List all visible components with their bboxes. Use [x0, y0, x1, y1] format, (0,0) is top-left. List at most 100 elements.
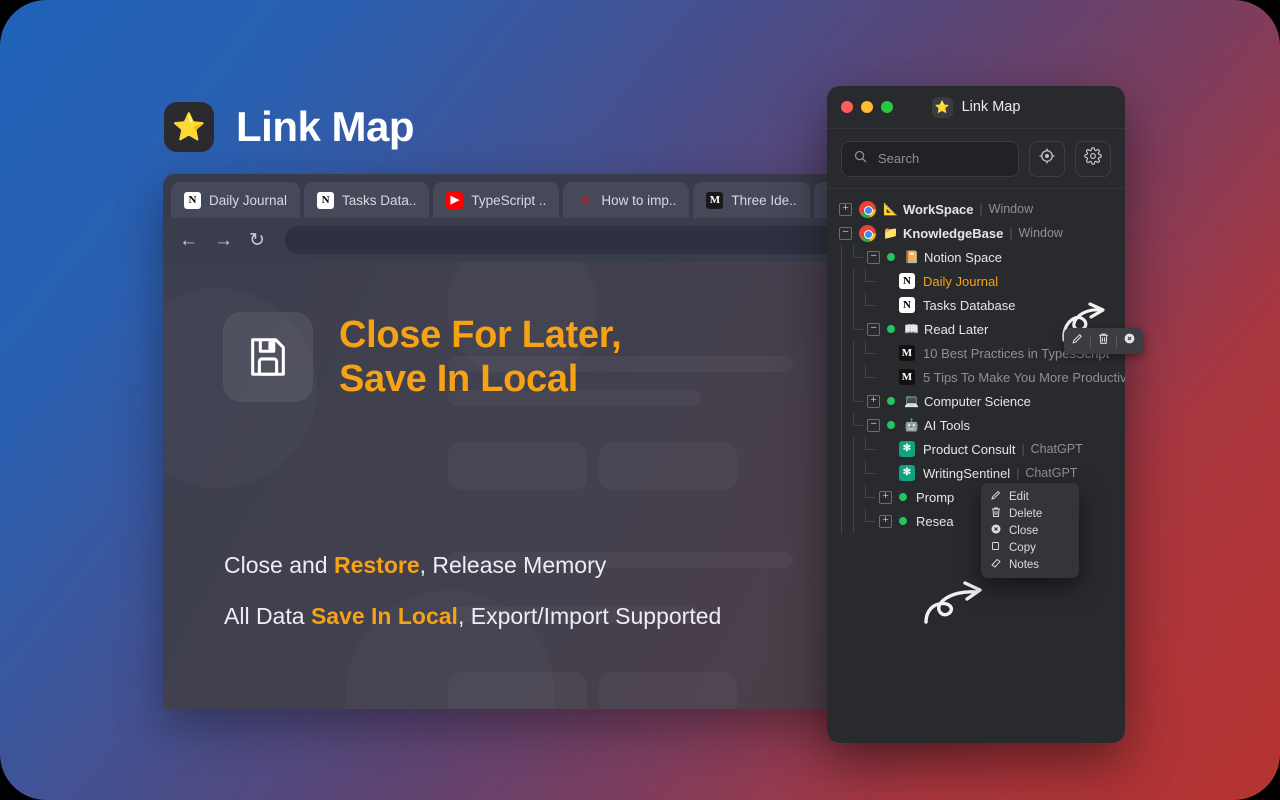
- tree-row-label: WritingSentinel: [923, 465, 1011, 481]
- tree-row[interactable]: + Resea: [827, 509, 1125, 533]
- sub1-highlight: Restore: [333, 552, 420, 578]
- search-input[interactable]: Search: [841, 140, 1019, 177]
- settings-button[interactable]: [1075, 140, 1111, 177]
- sub1-pre: Close and: [224, 552, 334, 578]
- tree-row[interactable]: + 💻 Computer Science: [827, 389, 1125, 413]
- context-menu-item-label: Copy: [1009, 541, 1036, 554]
- forward-icon[interactable]: →: [214, 231, 233, 250]
- chrome-icon: [859, 200, 876, 218]
- expand-toggle[interactable]: +: [879, 490, 892, 504]
- indent-guide: [841, 437, 842, 461]
- tree-row[interactable]: ✻ WritingSentinel | ChatGPT: [827, 461, 1125, 485]
- collapse-toggle[interactable]: −: [867, 322, 880, 336]
- expand-toggle[interactable]: +: [867, 394, 880, 408]
- close-circle-icon: [990, 523, 1002, 538]
- tree-elbow: [853, 413, 865, 437]
- youtube-icon: ▶: [446, 191, 464, 209]
- expand-toggle[interactable]: +: [879, 514, 892, 528]
- medium-icon: M: [706, 191, 724, 209]
- tree-row[interactable]: − 📁 KnowledgeBase | Window: [827, 221, 1125, 245]
- folder-emoji-icon: 🤖: [904, 418, 919, 432]
- tree-row-meta: ChatGPT: [1030, 442, 1083, 456]
- status-dot: [887, 397, 895, 405]
- subheadline-1: Close and Restore, Release Memory: [224, 552, 606, 579]
- indent-guide: [853, 365, 854, 389]
- collapse-toggle[interactable]: −: [839, 226, 852, 240]
- locate-button[interactable]: [1029, 140, 1065, 177]
- tree-row-label: WorkSpace: [902, 201, 974, 217]
- pencil-icon: [990, 489, 1002, 504]
- tree-row-label: AI Tools: [923, 417, 970, 433]
- browser-tab-label: Three Ide..: [731, 192, 797, 208]
- browser-tab[interactable]: ▶ TypeScript ..: [433, 182, 560, 218]
- close-icon[interactable]: [1123, 332, 1136, 350]
- tree-row[interactable]: M 5 Tips To Make You More Productive: [827, 365, 1125, 389]
- gpt-icon: ✻: [899, 465, 915, 481]
- reload-icon[interactable]: ↻: [249, 231, 265, 250]
- tree-elbow: [853, 317, 865, 341]
- context-menu-item[interactable]: Notes: [981, 556, 1079, 573]
- indent-guide: [841, 413, 842, 437]
- browser-tab[interactable]: N Daily Journal: [171, 182, 301, 218]
- edit-icon[interactable]: [1071, 332, 1084, 350]
- context-menu-item[interactable]: Edit: [981, 488, 1079, 505]
- label-separator: |: [1016, 466, 1020, 480]
- skeleton-block: [599, 442, 737, 490]
- indent-guide: [841, 461, 842, 485]
- context-menu-item-label: Edit: [1009, 490, 1029, 503]
- page-title: ⭐ Link Map: [164, 102, 415, 152]
- expand-toggle[interactable]: +: [839, 202, 852, 216]
- tree-row-meta: ChatGPT: [1025, 466, 1078, 480]
- folder-emoji-icon: 📐: [883, 202, 898, 216]
- browser-tab[interactable]: Q How to imp..: [563, 182, 690, 218]
- context-menu-item[interactable]: Delete: [981, 505, 1079, 522]
- floppy-disk-save-icon: [223, 312, 313, 402]
- tree-row[interactable]: N Daily Journal: [827, 269, 1125, 293]
- folder-emoji-icon: 📖: [904, 322, 919, 336]
- status-dot: [899, 517, 907, 525]
- status-dot: [899, 493, 907, 501]
- indent-guide: [853, 269, 854, 293]
- tree-row-meta: Window: [988, 202, 1034, 216]
- tree-row[interactable]: ✻ Product Consult | ChatGPT: [827, 437, 1125, 461]
- tree-elbow: [853, 245, 865, 269]
- tree-row[interactable]: N Tasks Database: [827, 293, 1125, 317]
- browser-tab[interactable]: N Tasks Data..: [304, 182, 430, 218]
- browser-tab-label: Daily Journal: [209, 192, 288, 208]
- browser-tab[interactable]: M Three Ide..: [693, 182, 810, 218]
- copy-icon: [990, 540, 1002, 555]
- tree-row-meta: Window: [1018, 226, 1063, 240]
- zoom-window-button[interactable]: [881, 101, 893, 113]
- tree-row-label: KnowledgeBase: [902, 225, 1004, 241]
- subheadline-2: All Data Save In Local, Export/Import Su…: [224, 603, 721, 630]
- close-window-button[interactable]: [841, 101, 853, 113]
- panel-titlebar: ⭐ Link Map: [827, 86, 1125, 129]
- tree-elbow: [853, 389, 865, 413]
- sub2-pre: All Data: [224, 603, 311, 629]
- tree-row[interactable]: + Promp: [827, 485, 1125, 509]
- star-icon: ⭐: [931, 96, 953, 118]
- label-separator: |: [1009, 226, 1013, 240]
- delete-icon[interactable]: [1097, 332, 1110, 350]
- indent-guide: [853, 461, 854, 485]
- status-dot: [887, 253, 895, 261]
- back-icon[interactable]: ←: [179, 231, 198, 250]
- collapse-toggle[interactable]: −: [867, 418, 880, 432]
- minimize-window-button[interactable]: [861, 101, 873, 113]
- tree-row[interactable]: + 📐 WorkSpace | Window: [827, 197, 1125, 221]
- tree-row-label: Notion Space: [923, 249, 1003, 265]
- collapse-toggle[interactable]: −: [867, 250, 880, 264]
- hero-headline: Close For Later, Save In Local: [339, 313, 622, 402]
- tree-row-label: Tasks Database: [923, 297, 1016, 313]
- tree-elbow: [865, 341, 877, 365]
- panel-title-text: Link Map: [961, 99, 1021, 115]
- context-menu-item[interactable]: Copy: [981, 539, 1079, 556]
- tree-row[interactable]: − 🤖 AI Tools: [827, 413, 1125, 437]
- gear-icon: [1084, 147, 1102, 170]
- context-menu-item[interactable]: Close: [981, 522, 1079, 539]
- indent-guide: [841, 341, 842, 365]
- headline-line-1: Close For Later,: [339, 313, 622, 356]
- gpt-icon: ✻: [899, 441, 915, 457]
- notion-icon: N: [184, 191, 201, 209]
- tree-row[interactable]: − 📔 Notion Space: [827, 245, 1125, 269]
